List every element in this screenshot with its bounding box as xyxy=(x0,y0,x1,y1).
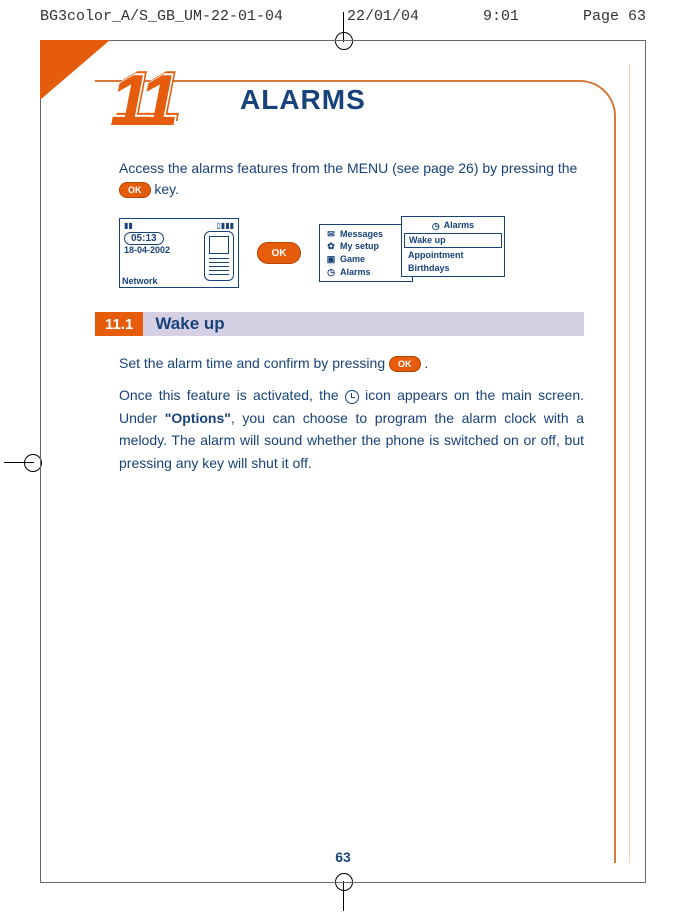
signal-icon: ▯▮▮▮ xyxy=(216,221,234,230)
alarms-submenu-screen: ◷ Alarms Wake up Appointment Birthdays xyxy=(401,216,505,277)
submenu-header: ◷ Alarms xyxy=(408,219,498,234)
intro-paragraph: Access the alarms features from the MENU… xyxy=(119,158,584,200)
intro-text-1: Access the alarms features from the MENU… xyxy=(119,160,577,176)
screens-row: ▮▮ ▯▮▮▮ 05:13 18-04-2002 Network OK ✉Mes… xyxy=(119,218,584,288)
intro-text-2: key. xyxy=(154,181,179,197)
game-icon: ▣ xyxy=(326,253,336,266)
p2-options: "Options" xyxy=(165,410,231,426)
main-menu-screen: ✉Messages ✿My setup ▣Game ◷Alarms xyxy=(319,224,413,282)
menu-item: ✉Messages xyxy=(326,228,406,241)
section-title: Wake up xyxy=(143,312,584,336)
clock-icon: ◷ xyxy=(326,266,336,279)
network-label: Network xyxy=(122,276,158,286)
submenu-item: Appointment xyxy=(408,249,498,262)
gear-icon: ✿ xyxy=(326,240,336,253)
paragraph-1: Set the alarm time and confirm by pressi… xyxy=(119,352,584,374)
section-heading: 11.1 Wake up xyxy=(95,312,584,336)
alarm-clock-icon xyxy=(345,390,359,404)
submenu-title: Alarms xyxy=(444,219,475,232)
menu-item: ◷Alarms xyxy=(326,266,406,279)
crop-mark-icon xyxy=(4,442,44,482)
crop-filename: BG3color_A/S_GB_UM-22-01-04 xyxy=(40,8,283,25)
envelope-icon: ✉ xyxy=(326,228,336,241)
ok-button-icon: OK xyxy=(119,182,151,198)
content-area: Access the alarms features from the MENU… xyxy=(95,80,616,863)
chapter-number: 11 xyxy=(110,60,173,142)
p1-tail: . xyxy=(424,355,428,371)
date-readout: 18-04-2002 xyxy=(124,245,170,255)
inner-rule xyxy=(629,64,630,863)
ok-button-icon: OK xyxy=(389,356,421,372)
clock-icon: ◷ xyxy=(432,220,440,233)
ok-button-icon: OK xyxy=(257,242,301,264)
crop-date: 22/01/04 xyxy=(347,8,419,25)
page-number: 63 xyxy=(0,849,686,865)
menu-screens: ✉Messages ✿My setup ▣Game ◷Alarms ◷ Alar… xyxy=(319,224,413,282)
menu-item: ✿My setup xyxy=(326,240,406,253)
p2-a: Once this feature is activated, the xyxy=(119,387,345,403)
menu-item: ▣Game xyxy=(326,253,406,266)
crop-time: 9:01 xyxy=(483,8,519,25)
phone-home-screen: ▮▮ ▯▮▮▮ 05:13 18-04-2002 Network xyxy=(119,218,239,288)
section-number: 11.1 xyxy=(95,312,143,336)
crop-info-bar: BG3color_A/S_GB_UM-22-01-04 22/01/04 9:0… xyxy=(40,8,646,25)
submenu-item: Birthdays xyxy=(408,262,498,275)
battery-icon: ▮▮ xyxy=(124,221,133,230)
chapter-title: ALARMS xyxy=(240,84,366,116)
phone-icon xyxy=(204,231,234,281)
status-icons: ▮▮ ▯▮▮▮ xyxy=(122,221,236,230)
submenu-selected: Wake up xyxy=(404,233,502,248)
crop-page: Page 63 xyxy=(583,8,646,25)
paragraph-2: Once this feature is activated, the icon… xyxy=(119,384,584,474)
corner-tab xyxy=(40,40,110,100)
clock-readout: 05:13 xyxy=(124,232,164,245)
p1-text: Set the alarm time and confirm by pressi… xyxy=(119,355,389,371)
